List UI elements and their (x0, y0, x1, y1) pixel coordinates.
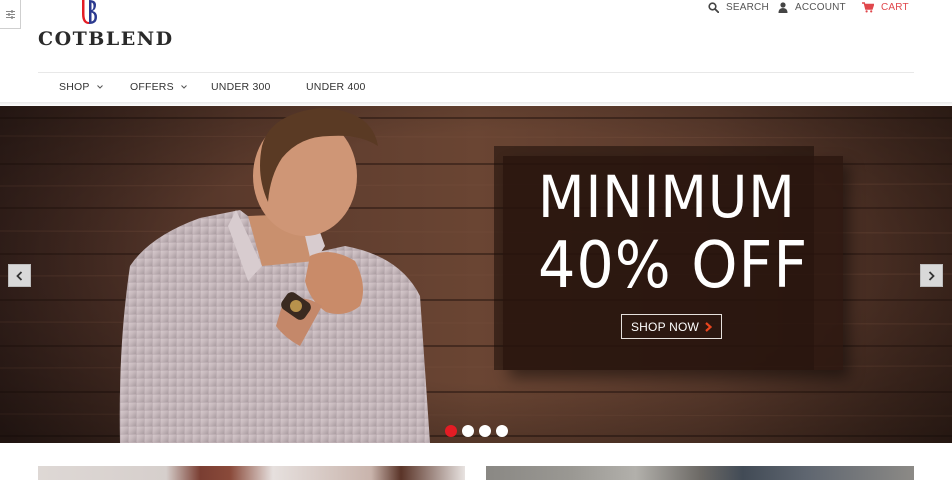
nav-item-label: OFFERS (130, 81, 174, 93)
account-link[interactable]: ACCOUNT (778, 0, 846, 14)
shop-now-label: SHOP NOW (630, 319, 700, 334)
search-label: SEARCH (726, 1, 769, 13)
nav-item-label: UNDER 300 (211, 81, 271, 93)
slider-dot[interactable] (445, 425, 457, 437)
shop-now-button[interactable]: SHOP NOW (621, 314, 722, 339)
brand-name: COTBLEND (38, 28, 174, 50)
main-nav: SHOP OFFERS UNDER 300 UNDER 400 (38, 73, 914, 103)
promo-headline-line1: MINIMUM (538, 163, 796, 231)
cart-icon (862, 1, 874, 12)
promo-headline-line2: 40% OFF (538, 229, 809, 303)
account-label: ACCOUNT (795, 1, 846, 13)
search-link[interactable]: SEARCH (708, 0, 769, 14)
slider-dot[interactable] (496, 425, 508, 437)
brand-logo[interactable]: COTBLEND (38, 0, 172, 50)
user-icon (778, 1, 788, 13)
chevron-down-icon (96, 85, 103, 89)
cart-link[interactable]: CART (862, 0, 909, 14)
nav-item-offers[interactable]: OFFERS (130, 81, 187, 93)
nav-item-label: UNDER 400 (306, 81, 366, 93)
slider-prev-button[interactable] (8, 264, 31, 287)
nav-item-under-300[interactable]: UNDER 300 (211, 81, 271, 93)
hero-banner[interactable]: MINIMUM 40% OFF SHOP NOW (0, 106, 952, 443)
cart-label: CART (881, 1, 909, 13)
nav-item-shop[interactable]: SHOP (59, 81, 103, 93)
chevron-down-icon (180, 85, 187, 89)
page: COTBLEND SEARCH ACCOUNT CART SHOP OFFERS… (0, 0, 952, 480)
slider-next-button[interactable] (920, 264, 943, 287)
filter-sliders-icon (5, 9, 15, 19)
slider-dot[interactable] (462, 425, 474, 437)
chevron-right-icon (928, 270, 935, 281)
logo-mark-icon (82, 0, 97, 24)
nav-item-label: SHOP (59, 81, 90, 93)
category-tile-1[interactable] (38, 466, 465, 480)
slider-dot[interactable] (479, 425, 491, 437)
chevron-left-icon (16, 270, 23, 281)
chevron-right-icon (705, 321, 713, 332)
category-tile-2[interactable] (486, 466, 914, 480)
slider-pagination (445, 425, 513, 437)
filter-panel-toggle[interactable] (0, 0, 21, 29)
search-icon (708, 1, 719, 13)
nav-item-under-400[interactable]: UNDER 400 (306, 81, 366, 93)
